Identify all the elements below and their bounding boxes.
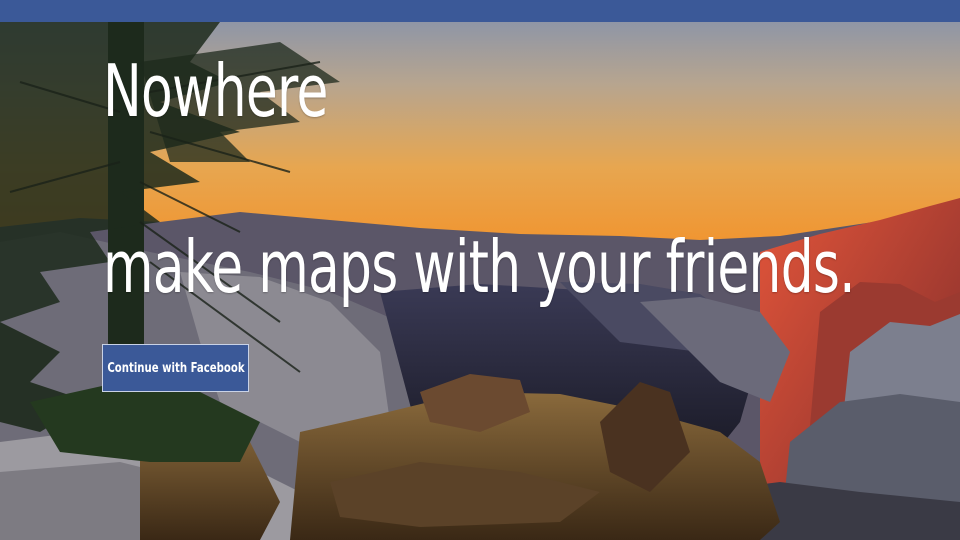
continue-with-facebook-button[interactable]: Continue with Facebook [102, 344, 249, 392]
landing-page: Nowhere make maps with your friends. Con… [0, 0, 960, 540]
top-bar [0, 0, 960, 22]
tagline: make maps with your friends. [103, 225, 856, 309]
facebook-button-label: Continue with Facebook [106, 360, 245, 376]
hero-content: Nowhere make maps with your friends. Con… [0, 0, 960, 540]
app-title: Nowhere [103, 49, 328, 133]
